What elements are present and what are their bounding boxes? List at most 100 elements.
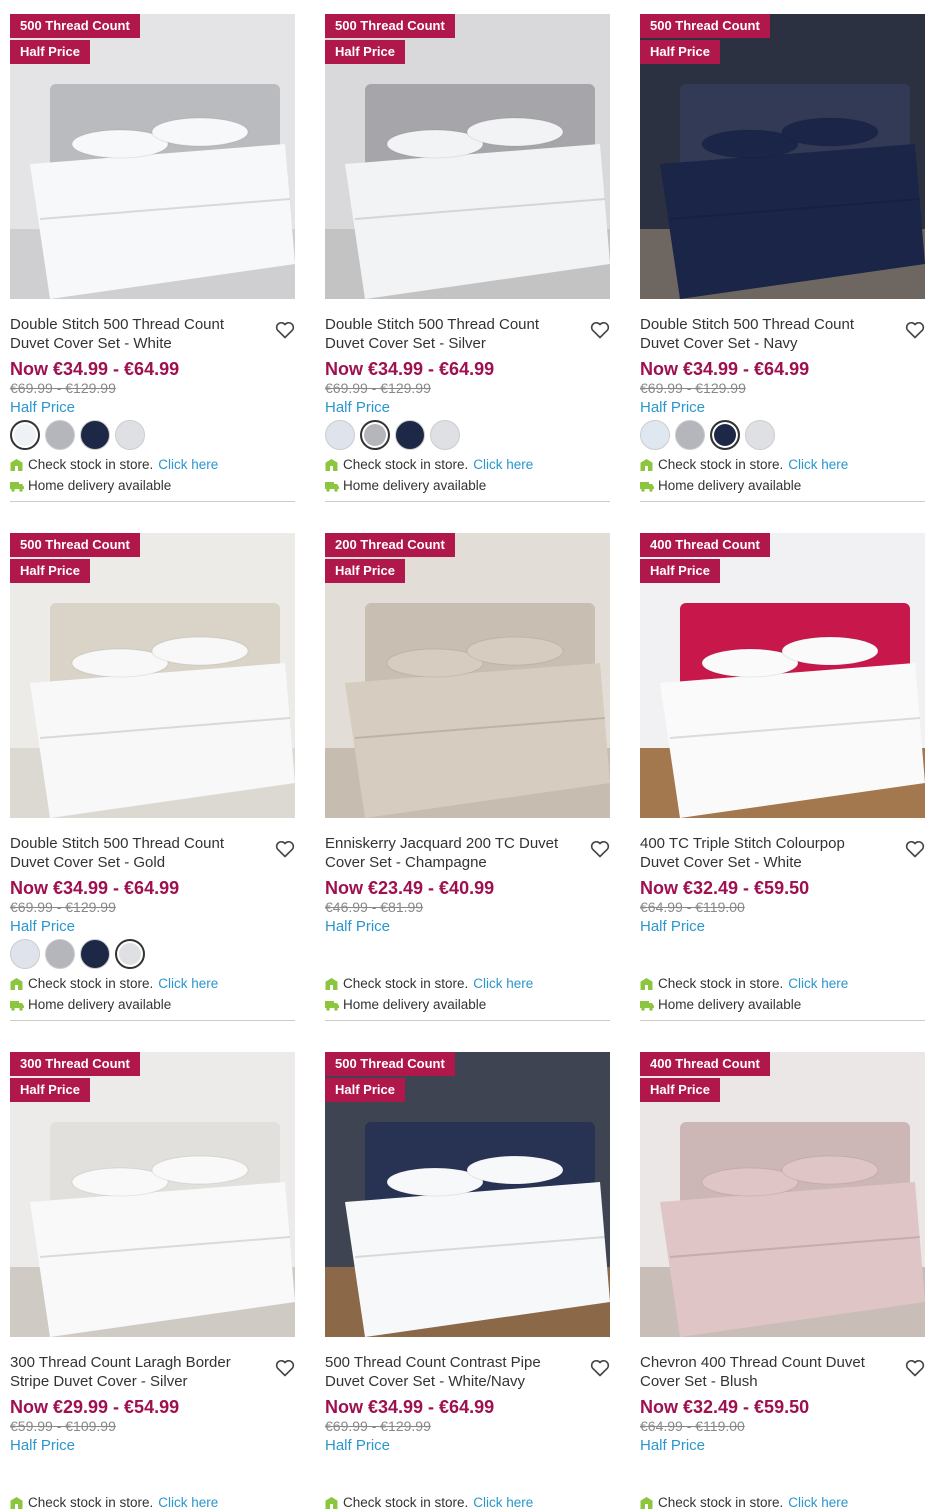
colour-swatches <box>325 420 460 450</box>
product-title[interactable]: 500 Thread Count Contrast Pipe Duvet Cov… <box>325 1353 565 1391</box>
offer-label[interactable]: Half Price <box>325 918 390 935</box>
product-image[interactable]: 400 Thread Count Half Price <box>640 533 925 818</box>
click-here-link[interactable]: Click here <box>788 457 848 472</box>
price-was: €69.99 - €129.99 <box>640 380 746 396</box>
heart-icon[interactable] <box>905 1359 925 1377</box>
thread-count-badge: 500 Thread Count <box>325 14 455 38</box>
heart-icon[interactable] <box>590 840 610 858</box>
product-title[interactable]: 400 TC Triple Stitch Colourpop Duvet Cov… <box>640 834 880 872</box>
product-image[interactable]: 500 Thread Count Half Price <box>640 14 925 299</box>
product-title[interactable]: Chevron 400 Thread Count Duvet Cover Set… <box>640 1353 880 1391</box>
heart-icon[interactable] <box>275 840 295 858</box>
product-card[interactable]: 300 Thread Count Half Price 300 Thread C… <box>10 1052 295 1510</box>
delivery-info: Home delivery available <box>640 478 801 493</box>
product-image[interactable]: 500 Thread Count Half Price <box>10 533 295 818</box>
product-card[interactable]: 500 Thread Count Half Price Double Stitc… <box>10 14 295 502</box>
colour-swatch[interactable] <box>10 939 40 969</box>
colour-swatch[interactable] <box>115 420 145 450</box>
price-was: €69.99 - €129.99 <box>325 380 431 396</box>
heart-icon[interactable] <box>590 321 610 339</box>
colour-swatch[interactable] <box>675 420 705 450</box>
price-now: Now €34.99 - €64.99 <box>640 359 810 379</box>
colour-swatch[interactable] <box>710 420 740 450</box>
price-was: €69.99 - €129.99 <box>10 899 116 915</box>
colour-swatch[interactable] <box>45 939 75 969</box>
heart-icon[interactable] <box>905 840 925 858</box>
click-here-link[interactable]: Click here <box>473 976 533 991</box>
price-was: €69.99 - €129.99 <box>10 380 116 396</box>
offer-label[interactable]: Half Price <box>640 399 705 416</box>
half-price-badge: Half Price <box>10 40 90 64</box>
store-icon <box>325 1496 338 1509</box>
price-now: Now €32.49 - €59.50 <box>640 1397 810 1417</box>
click-here-link[interactable]: Click here <box>473 457 533 472</box>
colour-swatch[interactable] <box>325 420 355 450</box>
product-image[interactable]: 400 Thread Count Half Price <box>640 1052 925 1337</box>
store-icon <box>640 977 653 990</box>
offer-label[interactable]: Half Price <box>640 1437 705 1454</box>
check-stock-text: Check stock in store. <box>343 976 469 991</box>
store-icon <box>640 1496 653 1509</box>
offer-label[interactable]: Half Price <box>325 399 390 416</box>
heart-icon[interactable] <box>905 321 925 339</box>
colour-swatch[interactable] <box>395 420 425 450</box>
colour-swatch[interactable] <box>10 420 40 450</box>
product-image[interactable]: 500 Thread Count Half Price <box>10 14 295 299</box>
heart-icon[interactable] <box>275 1359 295 1377</box>
delivery-info: Home delivery available <box>325 478 486 493</box>
product-card[interactable]: 200 Thread Count Half Price Enniskerry J… <box>325 533 610 1021</box>
click-here-link[interactable]: Click here <box>158 1495 218 1510</box>
product-card[interactable]: 500 Thread Count Half Price Double Stitc… <box>10 533 295 1021</box>
click-here-link[interactable]: Click here <box>788 976 848 991</box>
colour-swatch[interactable] <box>640 420 670 450</box>
check-stock-text: Check stock in store. <box>343 1495 469 1510</box>
price-was: €64.99 - €119.00 <box>640 899 745 915</box>
colour-swatch[interactable] <box>45 420 75 450</box>
offer-label[interactable]: Half Price <box>10 918 75 935</box>
product-title[interactable]: Enniskerry Jacquard 200 TC Duvet Cover S… <box>325 834 565 872</box>
heart-icon[interactable] <box>275 321 295 339</box>
delivery-text: Home delivery available <box>658 478 802 493</box>
price-now: Now €23.49 - €40.99 <box>325 878 495 898</box>
offer-label[interactable]: Half Price <box>640 918 705 935</box>
delivery-info: Home delivery available <box>640 997 801 1012</box>
store-icon <box>325 977 338 990</box>
offer-label[interactable]: Half Price <box>10 399 75 416</box>
product-image[interactable]: 500 Thread Count Half Price <box>325 1052 610 1337</box>
colour-swatch[interactable] <box>430 420 460 450</box>
half-price-badge: Half Price <box>10 559 90 583</box>
product-card[interactable]: 400 Thread Count Half Price 400 TC Tripl… <box>640 533 925 1021</box>
delivery-text: Home delivery available <box>28 478 172 493</box>
half-price-badge: Half Price <box>640 40 720 64</box>
product-title[interactable]: 300 Thread Count Laragh Border Stripe Du… <box>10 1353 250 1391</box>
click-here-link[interactable]: Click here <box>788 1495 848 1510</box>
product-image[interactable]: 200 Thread Count Half Price <box>325 533 610 818</box>
colour-swatch[interactable] <box>80 420 110 450</box>
click-here-link[interactable]: Click here <box>158 976 218 991</box>
heart-icon[interactable] <box>590 1359 610 1377</box>
product-title[interactable]: Double Stitch 500 Thread Count Duvet Cov… <box>325 315 565 353</box>
click-here-link[interactable]: Click here <box>158 457 218 472</box>
store-icon <box>325 458 338 471</box>
product-title[interactable]: Double Stitch 500 Thread Count Duvet Cov… <box>640 315 880 353</box>
product-card[interactable]: 500 Thread Count Half Price Double Stitc… <box>640 14 925 502</box>
colour-swatch[interactable] <box>115 939 145 969</box>
colour-swatch[interactable] <box>80 939 110 969</box>
half-price-badge: Half Price <box>325 1078 405 1102</box>
offer-label[interactable]: Half Price <box>10 1437 75 1454</box>
product-image[interactable]: 300 Thread Count Half Price <box>10 1052 295 1337</box>
offer-label[interactable]: Half Price <box>325 1437 390 1454</box>
product-title[interactable]: Double Stitch 500 Thread Count Duvet Cov… <box>10 315 250 353</box>
product-card[interactable]: 500 Thread Count Half Price 500 Thread C… <box>325 1052 610 1510</box>
check-stock-text: Check stock in store. <box>343 457 469 472</box>
price-now: Now €32.49 - €59.50 <box>640 878 810 898</box>
click-here-link[interactable]: Click here <box>473 1495 533 1510</box>
product-title[interactable]: Double Stitch 500 Thread Count Duvet Cov… <box>10 834 250 872</box>
product-card[interactable]: 500 Thread Count Half Price Double Stitc… <box>325 14 610 502</box>
product-card[interactable]: 400 Thread Count Half Price Chevron 400 … <box>640 1052 925 1510</box>
half-price-badge: Half Price <box>10 1078 90 1102</box>
half-price-badge: Half Price <box>325 559 405 583</box>
colour-swatch[interactable] <box>745 420 775 450</box>
product-image[interactable]: 500 Thread Count Half Price <box>325 14 610 299</box>
colour-swatch[interactable] <box>360 420 390 450</box>
